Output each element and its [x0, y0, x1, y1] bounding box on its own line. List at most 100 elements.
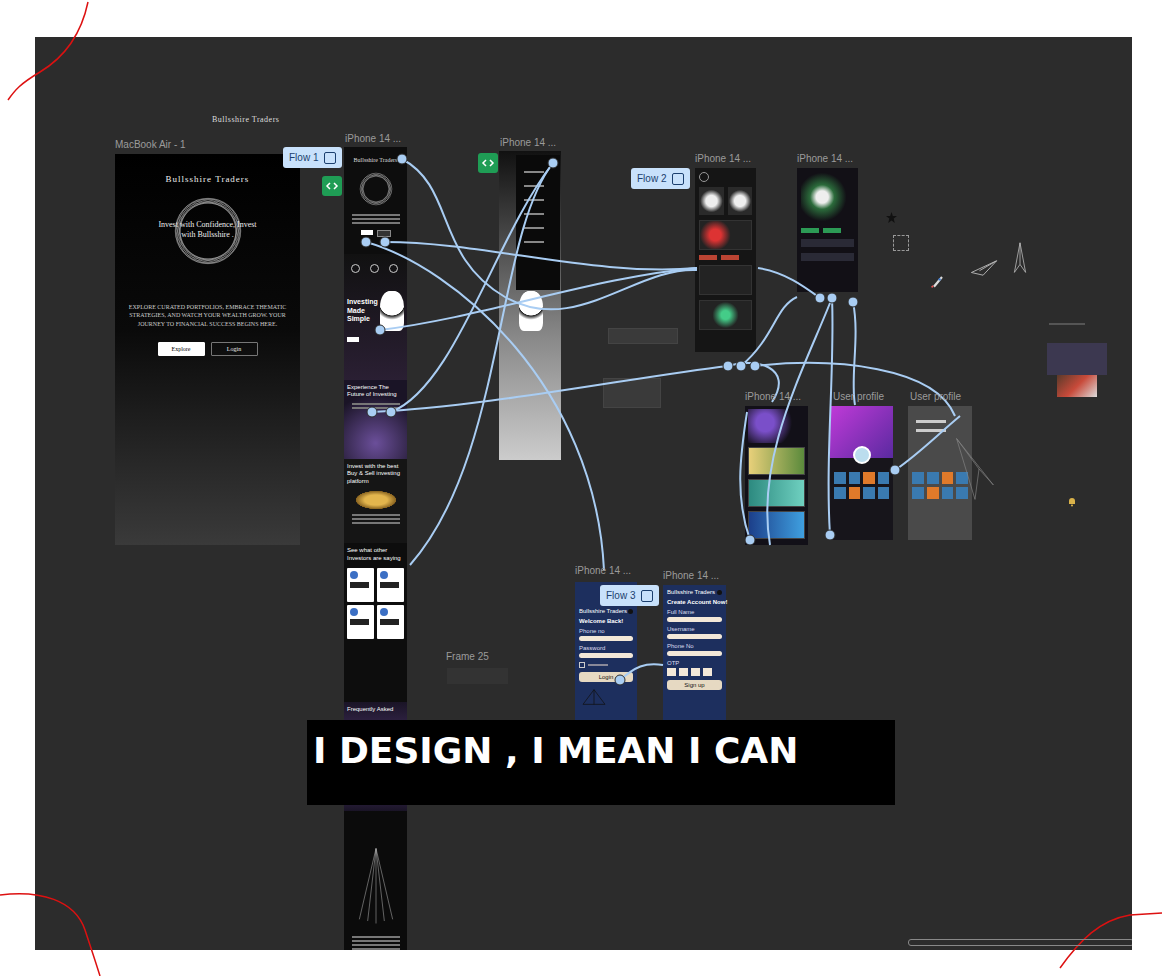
menu-item[interactable]	[524, 241, 544, 243]
rocket-icon[interactable]	[930, 273, 946, 289]
flow-badge[interactable]: Flow 3	[600, 585, 659, 606]
review-card[interactable]	[347, 568, 374, 602]
landing-frame[interactable]: Bullsshire Traders Investing Made Simple E…	[344, 147, 407, 950]
review-card[interactable]	[347, 605, 374, 639]
text-input[interactable]	[579, 653, 633, 658]
otp-box[interactable]	[667, 668, 676, 676]
profile-frame[interactable]	[908, 406, 972, 540]
avatar-icon	[628, 609, 633, 614]
otp-box[interactable]	[679, 668, 688, 676]
frame-label[interactable]: iPhone 14 ...	[745, 391, 801, 402]
brand: Bullsshire Traders	[579, 608, 627, 614]
empty-frame[interactable]	[447, 668, 508, 684]
login-button[interactable]: Login	[579, 672, 633, 682]
empty-frame[interactable]	[608, 328, 678, 344]
portfolio-card[interactable]	[748, 479, 805, 507]
code-icon[interactable]	[478, 153, 498, 173]
field-label: Phone no	[579, 628, 633, 634]
menu-item[interactable]	[524, 171, 544, 173]
frame-label[interactable]: iPhone 14 ...	[345, 133, 401, 144]
frame-label[interactable]: User profile	[833, 391, 884, 402]
portfolio-card[interactable]	[748, 511, 805, 539]
text-lines	[347, 514, 404, 524]
checkbox[interactable]	[579, 662, 585, 668]
frame-label[interactable]: MacBook Air - 1	[115, 139, 186, 150]
profile-menu	[908, 406, 972, 458]
selection-icon[interactable]	[893, 235, 909, 251]
hero-button[interactable]: Login	[211, 342, 258, 356]
crystal-icon	[351, 841, 401, 931]
flow-badge[interactable]: Flow 2	[631, 168, 690, 189]
promo-card	[699, 220, 752, 250]
image-placeholder[interactable]	[1057, 375, 1097, 397]
divider	[1049, 323, 1085, 325]
signup-button[interactable]: Sign up	[667, 680, 722, 690]
frame-label[interactable]: iPhone 14 ...	[797, 153, 853, 164]
menu-item[interactable]	[524, 185, 544, 187]
figure-illustration	[380, 291, 404, 331]
market-illustration	[801, 172, 854, 222]
portfolio-frame[interactable]	[745, 406, 808, 545]
promo-card	[699, 300, 752, 330]
star-icon[interactable]	[886, 212, 897, 223]
menu-item[interactable]	[524, 199, 544, 201]
icon-row	[347, 258, 404, 279]
plane-icon	[579, 686, 609, 708]
frame-label[interactable]: User profile	[910, 391, 961, 402]
flow-badge[interactable]: Flow 1	[283, 147, 342, 168]
home-frame[interactable]	[695, 168, 756, 352]
paper-plane-icon[interactable]	[955, 437, 995, 501]
feature-section: Experience The Future of Investing	[344, 380, 407, 459]
brand: Bullsshire Traders	[354, 157, 398, 163]
brand: Bullsshire Traders	[166, 174, 250, 184]
hero-button[interactable]: Explore	[158, 342, 205, 356]
code-icon[interactable]	[322, 176, 342, 196]
promo-card	[699, 265, 752, 295]
menu-item[interactable]	[524, 227, 544, 229]
paper-plane-icon[interactable]	[970, 259, 998, 277]
design-canvas[interactable]: Bullsshire Traders MacBook Air - 1 Bullssh…	[35, 37, 1132, 950]
otp-box[interactable]	[703, 668, 712, 676]
form-field: Full Name	[667, 609, 722, 622]
frame-label[interactable]: iPhone 14 ...	[500, 137, 556, 148]
portfolio-card[interactable]	[748, 447, 805, 475]
text-input[interactable]	[579, 636, 633, 641]
ring-icon	[356, 169, 396, 209]
play-icon	[641, 590, 653, 602]
profile-frame[interactable]	[830, 406, 893, 540]
field-label: Full Name	[667, 609, 722, 615]
form-field: Phone No	[667, 643, 722, 656]
section-title: Investing Made Simple	[347, 298, 378, 323]
reviews-section: See what other Investors are saying	[344, 543, 407, 702]
frame-label[interactable]: iPhone 14 ...	[575, 565, 631, 576]
menu-item[interactable]	[524, 213, 544, 215]
text-lines	[352, 214, 400, 224]
desktop-frame[interactable]: Bullsshire TradersInvest with Confidence…	[115, 154, 300, 545]
field-label: Username	[667, 626, 722, 632]
scrollbar[interactable]	[908, 939, 1132, 946]
empty-frame[interactable]	[603, 378, 661, 408]
play-icon	[672, 173, 684, 185]
otp-box[interactable]	[691, 668, 700, 676]
menu-frame[interactable]	[499, 151, 561, 460]
body-text: EXPLORE CURATED PORTFOLIOS, EMBRACE THEM…	[122, 303, 294, 328]
review-card[interactable]	[377, 605, 404, 639]
frame-label[interactable]: Frame 25	[446, 651, 489, 662]
text-input[interactable]	[667, 634, 722, 639]
screenshot: Bullsshire Traders MacBook Air - 1 Bullssh…	[0, 0, 1162, 976]
form-field: Phone no	[579, 628, 633, 641]
text-input[interactable]	[667, 617, 722, 622]
button-row: Explore Login	[158, 342, 258, 356]
brand: Bullsshire Traders	[667, 589, 715, 595]
paper-plane-icon[interactable]	[1012, 239, 1028, 277]
bell-icon[interactable]	[1067, 497, 1077, 507]
review-card[interactable]	[377, 568, 404, 602]
hero-section: Bullsshire Traders	[344, 147, 407, 254]
text-input[interactable]	[667, 651, 722, 656]
frame-label[interactable]: iPhone 14 ...	[695, 153, 751, 164]
asset-frame[interactable]	[1047, 343, 1107, 375]
field-label: OTP	[667, 660, 722, 666]
market-frame[interactable]	[797, 168, 858, 292]
frame-label[interactable]: iPhone 14 ...	[663, 570, 719, 581]
canvas-title: Bullsshire Traders	[212, 115, 279, 124]
